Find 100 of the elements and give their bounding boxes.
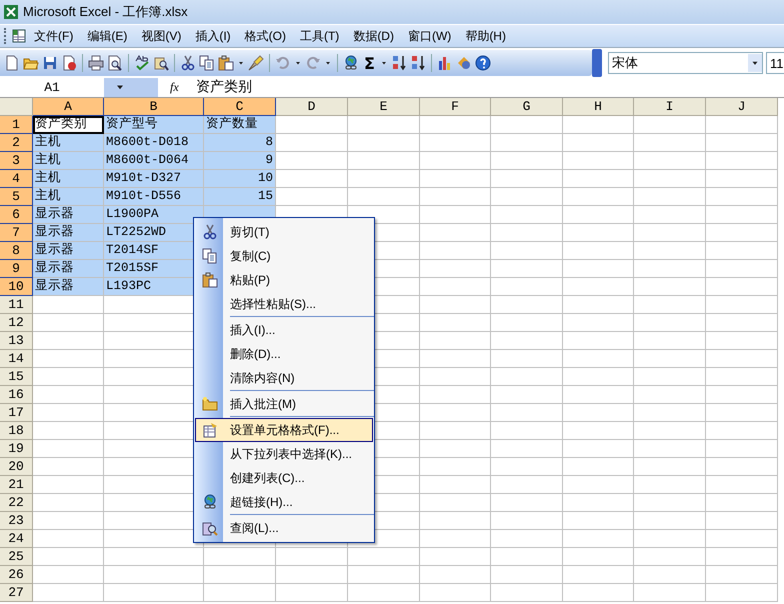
table-cell [706, 440, 778, 458]
column-header[interactable]: A [33, 98, 104, 116]
table-cell [276, 548, 348, 566]
menu-item[interactable]: 帮助(H) [458, 26, 513, 46]
table-cell [706, 152, 778, 170]
row-header[interactable]: 25 [0, 548, 33, 566]
column-header[interactable]: C [204, 98, 276, 116]
lookup-icon [202, 520, 218, 536]
column-header[interactable]: J [706, 98, 778, 116]
row-header[interactable]: 6 [0, 206, 33, 224]
menu-item[interactable]: 创建列表(C)... [195, 466, 373, 490]
menu-item[interactable]: 查阅(L)... [195, 516, 373, 540]
save-icon[interactable] [42, 55, 58, 71]
cut-icon[interactable] [180, 55, 196, 71]
menu-item[interactable]: 删除(D)... [195, 342, 373, 366]
table-cell [563, 134, 634, 152]
column-header[interactable]: B [104, 98, 204, 116]
column-header[interactable]: I [634, 98, 706, 116]
table-cell [706, 530, 778, 548]
sort-descending-icon[interactable] [410, 55, 426, 71]
table-cell [420, 494, 491, 512]
row-header[interactable]: 24 [0, 530, 33, 548]
row-header[interactable]: 12 [0, 314, 33, 332]
menu-item[interactable]: 插入批注(M) [195, 392, 373, 416]
row-header[interactable]: 3 [0, 152, 33, 170]
table-cell [491, 404, 563, 422]
row-header[interactable]: 19 [0, 440, 33, 458]
table-cell [563, 368, 634, 386]
new-document-icon[interactable] [4, 55, 20, 71]
menu-item[interactable]: 超链接(H)... [195, 490, 373, 514]
row-header[interactable]: 22 [0, 494, 33, 512]
row-header[interactable]: 15 [0, 368, 33, 386]
row-header[interactable]: 4 [0, 170, 33, 188]
worksheet-icon[interactable] [11, 28, 27, 44]
table-cell [634, 440, 706, 458]
format-painter-icon[interactable] [248, 55, 264, 71]
font-size-field[interactable]: 11 [766, 52, 784, 74]
menu-item[interactable]: 格式(O) [238, 26, 293, 46]
autosum-button[interactable]: Σ [362, 54, 377, 72]
print-icon[interactable] [88, 55, 104, 71]
menu-item[interactable]: 插入(I) [188, 26, 238, 46]
column-header[interactable]: E [348, 98, 420, 116]
column-header[interactable]: G [491, 98, 563, 116]
row-header[interactable]: 27 [0, 584, 33, 602]
hyperlink-icon[interactable] [343, 55, 359, 71]
row-header[interactable]: 2 [0, 134, 33, 152]
row-header[interactable]: 26 [0, 566, 33, 584]
menu-item[interactable]: 文件(F) [27, 26, 80, 46]
copy-icon[interactable] [199, 55, 215, 71]
menu-item[interactable]: 视图(V) [134, 26, 188, 46]
table-cell: 主机 [33, 170, 104, 188]
row-header[interactable]: 16 [0, 386, 33, 404]
row-header[interactable]: 1 [0, 116, 33, 134]
row-header[interactable]: 14 [0, 350, 33, 368]
paste-icon[interactable] [218, 55, 234, 71]
menu-item[interactable]: 编辑(E) [80, 26, 134, 46]
table-cell [491, 224, 563, 242]
table-cell: M8600t-D064 [104, 152, 204, 170]
menu-item[interactable]: 数据(D) [346, 26, 401, 46]
chart-icon[interactable] [436, 55, 453, 71]
table-cell [420, 404, 491, 422]
menu-item[interactable]: 窗口(W) [400, 26, 458, 46]
research-icon[interactable] [153, 55, 169, 71]
row-header[interactable]: 13 [0, 332, 33, 350]
table-cell [563, 314, 634, 332]
font-dropdown[interactable]: 宋体 [608, 52, 763, 74]
help-icon[interactable] [474, 55, 491, 71]
menu-item[interactable]: 设置单元格格式(F)... [195, 418, 373, 442]
row-header[interactable]: 7 [0, 224, 33, 242]
row-header[interactable]: 11 [0, 296, 33, 314]
print-preview-icon[interactable] [107, 55, 123, 71]
table-cell [563, 530, 634, 548]
row-header[interactable]: 5 [0, 188, 33, 206]
column-header[interactable]: H [563, 98, 634, 116]
row-header[interactable]: 23 [0, 512, 33, 530]
row-header[interactable]: 21 [0, 476, 33, 494]
row-header[interactable]: 17 [0, 404, 33, 422]
table-cell [563, 404, 634, 422]
menu-item[interactable]: 工具(T) [292, 26, 346, 46]
table-cell [491, 332, 563, 350]
menu-item[interactable]: 清除内容(N) [195, 366, 373, 390]
row-header[interactable]: 9 [0, 260, 33, 278]
row-header[interactable]: 10 [0, 278, 33, 296]
spelling-icon[interactable] [134, 55, 150, 71]
column-header[interactable]: F [420, 98, 491, 116]
menu-item[interactable]: 从下拉列表中选择(K)... [195, 442, 373, 466]
row-header[interactable]: 8 [0, 242, 33, 260]
insert-function-button[interactable]: fx [170, 80, 190, 94]
column-header[interactable]: D [276, 98, 348, 116]
table-cell [563, 476, 634, 494]
sort-ascending-icon[interactable] [390, 55, 407, 71]
drawing-icon[interactable] [456, 55, 472, 71]
table-cell [420, 368, 491, 386]
permission-icon[interactable] [61, 55, 77, 71]
table-cell [491, 458, 563, 476]
table-cell [420, 260, 491, 278]
row-header[interactable]: 20 [0, 458, 33, 476]
table-cell [706, 170, 778, 188]
row-header[interactable]: 18 [0, 422, 33, 440]
menu-item[interactable]: 插入(I)... [195, 318, 373, 342]
